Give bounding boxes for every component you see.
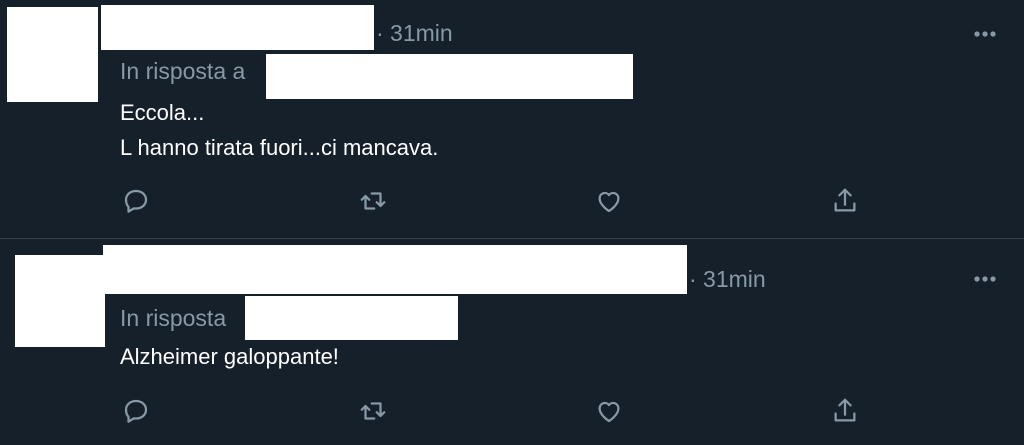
- share-button[interactable]: [825, 391, 865, 431]
- reply-to-label: In risposta a: [120, 58, 246, 84]
- heart-icon: [598, 191, 620, 213]
- more-icon[interactable]: [970, 271, 1000, 287]
- reply-icon: [124, 399, 148, 423]
- tweet-text-line: L hanno tirata fuori...ci mancava.: [120, 135, 439, 160]
- reply-to-user-redacted[interactable]: [245, 296, 458, 340]
- tweet: · 31min In risposta a Eccola... L hanno …: [0, 0, 1024, 239]
- author-name-redacted[interactable]: [103, 245, 687, 294]
- more-icon[interactable]: [970, 26, 1000, 42]
- tweet-text-line: Alzheimer galoppante!: [120, 344, 339, 369]
- tweet-timestamp[interactable]: · 31min: [689, 266, 766, 293]
- author-name-redacted[interactable]: [101, 5, 374, 50]
- reply-button[interactable]: [116, 391, 156, 431]
- reply-button[interactable]: [116, 181, 156, 221]
- like-button[interactable]: [589, 391, 629, 431]
- share-button[interactable]: [825, 181, 865, 221]
- avatar[interactable]: [7, 7, 98, 102]
- share-icon: [834, 398, 856, 422]
- avatar[interactable]: [15, 255, 105, 347]
- tweet-timestamp[interactable]: · 31min: [376, 20, 453, 47]
- retweet-icon: [360, 192, 386, 210]
- tweet-text-line: Eccola...: [120, 100, 205, 125]
- share-icon: [834, 188, 856, 212]
- reply-to-user-redacted[interactable]: [266, 54, 633, 99]
- reply-icon: [124, 189, 148, 213]
- retweet-icon: [360, 402, 386, 420]
- retweet-button[interactable]: [353, 391, 393, 431]
- like-button[interactable]: [589, 181, 629, 221]
- reply-to-label: In risposta: [120, 305, 227, 331]
- retweet-button[interactable]: [353, 181, 393, 221]
- tweet: · 31min In risposta Alzheimer galoppante…: [0, 239, 1024, 445]
- heart-icon: [598, 401, 620, 423]
